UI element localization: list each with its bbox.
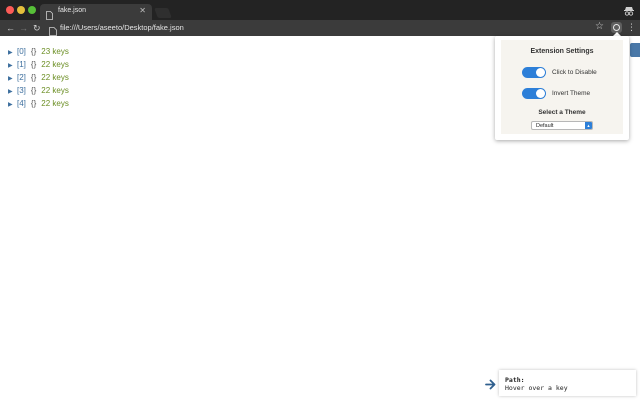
- json-row[interactable]: ▶ [1] {} 22 keys: [8, 59, 69, 72]
- browser-menu-icon[interactable]: ⋮: [627, 22, 636, 33]
- json-row[interactable]: ▶ [4] {} 22 keys: [8, 98, 69, 111]
- json-tree: ▶ [0]{} 23 keys ▶ [1]{} 22 keys ▶ [2]{} 22 key…: [8, 46, 69, 111]
- popup-body: Extension Settings Click to Disable Inve…: [501, 40, 623, 134]
- row-key-count: 22 keys: [41, 73, 69, 82]
- disable-toggle[interactable]: [522, 67, 546, 78]
- address-bar[interactable]: file:///Users/aseeto/Desktop/fake.json: [60, 23, 184, 32]
- tab-close-icon[interactable]: ✕: [139, 6, 146, 15]
- side-panel-handle[interactable]: [630, 43, 640, 57]
- popup-title: Extension Settings: [530, 48, 594, 55]
- row-key-count: 22 keys: [41, 99, 69, 108]
- tab-title: fake.json: [58, 7, 87, 14]
- row-brace: {}: [30, 99, 37, 108]
- row-key-count: 23 keys: [41, 47, 69, 56]
- expand-arrow-icon[interactable]: ▶: [8, 87, 17, 98]
- forward-arrow-icon[interactable]: →: [19, 22, 28, 34]
- browser-tab[interactable]: fake.json ✕: [40, 4, 152, 20]
- row-index: [2]: [17, 73, 26, 82]
- browser-titlebar: fake.json ✕: [0, 0, 640, 20]
- disable-toggle-label: Click to Disable: [552, 69, 597, 76]
- path-label: Path:: [505, 376, 525, 384]
- row-brace: {}: [30, 60, 37, 69]
- row-index: [3]: [17, 86, 26, 95]
- path-panel: Path: Hover over a key: [499, 370, 636, 396]
- extension-glyph-icon: [613, 24, 620, 31]
- row-index: [4]: [17, 99, 26, 108]
- theme-heading: Select a Theme: [538, 109, 586, 116]
- json-row[interactable]: ▶ [0] {} 23 keys: [8, 46, 69, 59]
- row-index: [0]: [17, 47, 26, 56]
- extension-settings-popup: Extension Settings Click to Disable Inve…: [495, 36, 629, 140]
- row-brace: {}: [30, 47, 37, 56]
- toggle-knob: [536, 68, 545, 77]
- theme-select[interactable]: Default ▲: [531, 121, 593, 130]
- bookmark-star-icon[interactable]: ☆: [595, 21, 604, 32]
- expand-arrow-icon[interactable]: ▶: [8, 74, 17, 85]
- invert-theme-toggle-label: Invert Theme: [552, 90, 591, 97]
- browser-toolbar: ← → ↻ file:///Users/aseeto/Desktop/fake.…: [0, 20, 640, 36]
- select-arrows-icon: ▲: [585, 122, 592, 129]
- expand-arrow-icon[interactable]: ▶: [8, 100, 17, 111]
- arrow-right-icon[interactable]: [485, 377, 496, 395]
- json-row[interactable]: ▶ [2] {} 22 keys: [8, 72, 69, 85]
- toggle-knob: [536, 89, 545, 98]
- reload-icon[interactable]: ↻: [33, 22, 41, 34]
- path-value: Hover over a key: [505, 384, 568, 392]
- row-index: [1]: [17, 60, 26, 69]
- theme-select-value: Default: [536, 123, 554, 129]
- back-arrow-icon[interactable]: ←: [6, 22, 15, 34]
- new-tab-button[interactable]: [154, 8, 172, 18]
- row-key-count: 22 keys: [41, 60, 69, 69]
- row-brace: {}: [30, 86, 37, 95]
- expand-arrow-icon[interactable]: ▶: [8, 48, 17, 59]
- invert-theme-toggle[interactable]: [522, 88, 546, 99]
- json-row[interactable]: ▶ [3] {} 22 keys: [8, 85, 69, 98]
- expand-arrow-icon[interactable]: ▶: [8, 61, 17, 72]
- close-window-button[interactable]: [6, 6, 14, 14]
- minimize-window-button[interactable]: [17, 6, 25, 14]
- page-info-icon[interactable]: [49, 23, 57, 41]
- row-key-count: 22 keys: [41, 86, 69, 95]
- row-brace: {}: [30, 73, 37, 82]
- maximize-window-button[interactable]: [28, 6, 36, 14]
